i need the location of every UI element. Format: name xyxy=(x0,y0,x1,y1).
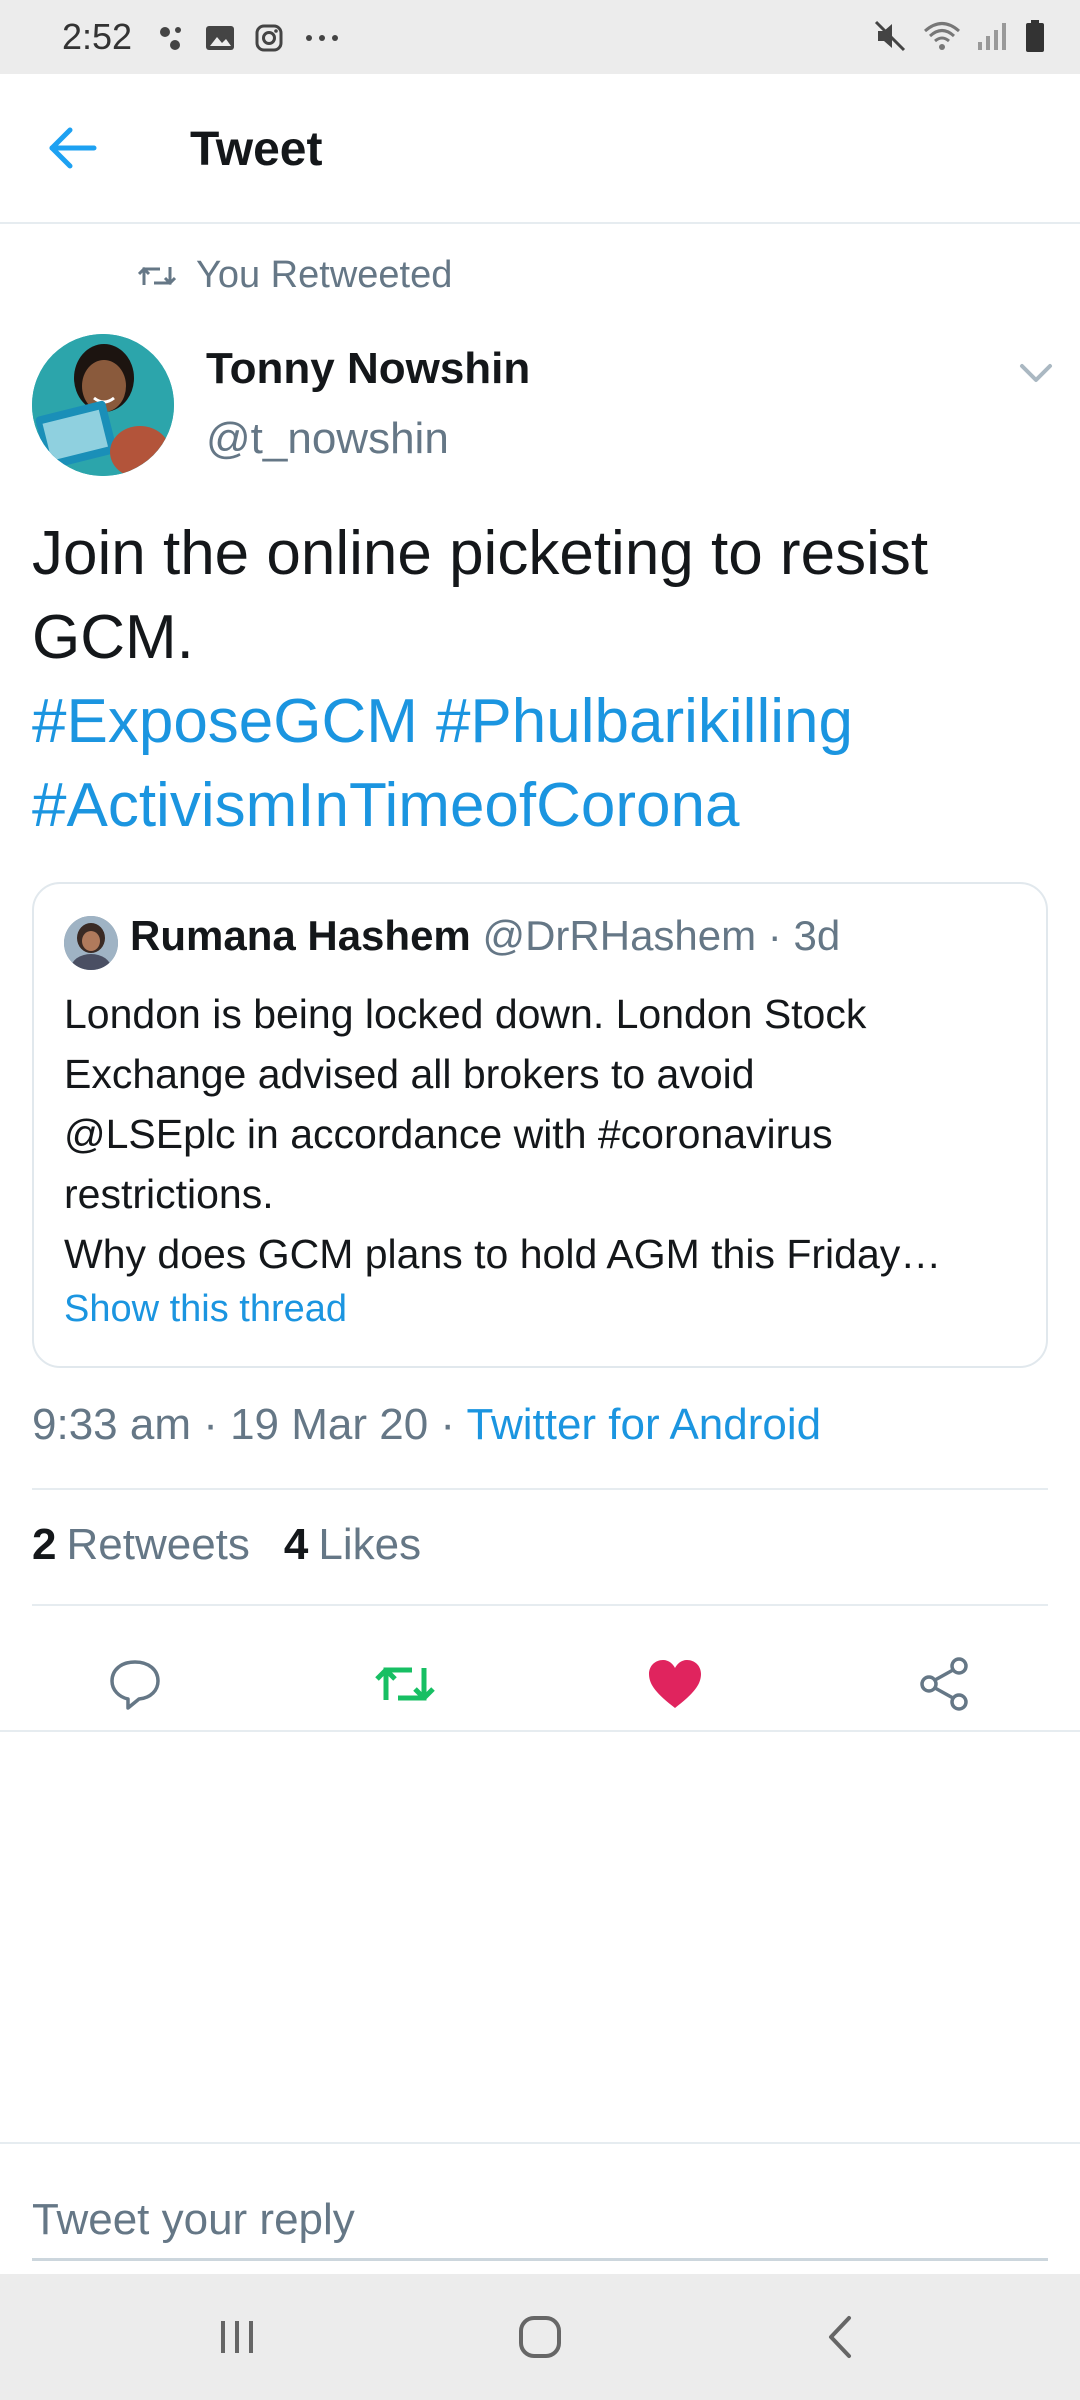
arrow-left-icon xyxy=(49,127,97,169)
status-right-icons xyxy=(872,16,1046,56)
hashtag-link[interactable]: #ExposeGCM xyxy=(32,687,418,756)
reply-underline xyxy=(32,2258,1048,2261)
tweet-options-button[interactable] xyxy=(1018,358,1054,388)
system-nav-bar xyxy=(0,2274,1080,2400)
tweet-stats: 2 Retweets 4 Likes xyxy=(32,1520,421,1570)
more-dots-icon xyxy=(302,23,342,53)
heart-icon xyxy=(649,1660,701,1708)
quoted-text-line: Exchange advised all brokers to avoid xyxy=(64,1051,755,1097)
divider xyxy=(0,2142,1080,2144)
back-nav-button[interactable] xyxy=(796,2302,886,2372)
chevron-down-icon xyxy=(1020,364,1052,382)
status-left-icons xyxy=(156,18,342,58)
reply-input[interactable] xyxy=(32,2180,1048,2260)
battery-icon xyxy=(1024,18,1046,54)
tweet-timestamp: 9:33 am · 19 Mar 20 · xyxy=(32,1400,467,1449)
divider xyxy=(32,1488,1048,1490)
quoted-avatar-photo xyxy=(64,916,118,970)
instagram-icon xyxy=(254,23,284,53)
quoted-text-line: @LSEplc in accordance with #coronavirus xyxy=(64,1111,833,1157)
quoted-text: London is being locked down. London Stoc… xyxy=(64,984,1024,1284)
quoted-text-line: London is being locked down. London Stoc… xyxy=(64,991,867,1037)
tweet-actions xyxy=(0,1634,1080,1734)
likes-count: 4 xyxy=(283,1520,309,1569)
hashtag-link[interactable]: #Phulbarikilling xyxy=(436,687,853,756)
retweets-count: 2 xyxy=(32,1520,57,1569)
hashtag-link[interactable]: #ActivismInTimeofCorona xyxy=(32,771,740,840)
wifi-icon xyxy=(922,18,962,54)
retweet-note-label: You Retweeted xyxy=(196,254,453,296)
gallery-icon xyxy=(204,23,236,53)
retweet-icon xyxy=(375,1667,435,1701)
avatar-photo xyxy=(32,334,174,476)
quoted-header: Rumana Hashem @DrRHashem · 3d xyxy=(130,912,840,960)
quoted-author-name: Rumana Hashem xyxy=(130,912,471,959)
show-thread-link[interactable]: Show this thread xyxy=(64,1288,347,1331)
tweet-hashtags: #ExposeGCM #Phulbarikilling #ActivismInTi… xyxy=(32,680,1052,848)
top-bar: Tweet xyxy=(0,74,1080,224)
signal-icon xyxy=(976,18,1010,54)
assistant-dots-icon xyxy=(156,23,186,53)
quoted-avatar xyxy=(64,916,118,970)
quoted-handle-time: @DrRHashem · 3d xyxy=(482,912,841,959)
status-bar: 2:52 xyxy=(0,0,1080,74)
tweet-text: Join the online picketing to resist GCM. xyxy=(32,519,929,672)
home-icon xyxy=(519,2316,561,2358)
status-time: 2:52 xyxy=(62,16,133,57)
quoted-tweet-card[interactable]: Rumana Hashem @DrRHashem · 3d London is … xyxy=(32,882,1048,1368)
divider xyxy=(0,1730,1080,1732)
share-button[interactable] xyxy=(905,1644,985,1724)
retweet-note: You Retweeted xyxy=(138,254,452,297)
retweet-button[interactable] xyxy=(365,1644,445,1724)
home-button[interactable] xyxy=(495,2302,585,2372)
reply-icon xyxy=(110,1660,160,1710)
author-name[interactable]: Tonny Nowshin xyxy=(206,344,530,394)
retweets-stat[interactable]: 2 Retweets xyxy=(32,1520,250,1570)
recent-apps-button[interactable] xyxy=(192,2302,282,2372)
quoted-text-line: restrictions. xyxy=(64,1171,274,1217)
author-handle[interactable]: @t_nowshin xyxy=(206,414,449,464)
reply-button[interactable] xyxy=(95,1644,175,1724)
likes-label: Likes xyxy=(318,1520,422,1569)
divider xyxy=(32,1604,1048,1606)
page-title: Tweet xyxy=(190,123,323,176)
tweet-source-link[interactable]: Twitter for Android xyxy=(467,1400,822,1449)
retweets-label: Retweets xyxy=(66,1520,250,1569)
like-button[interactable] xyxy=(635,1644,715,1724)
retweet-small-icon xyxy=(138,266,176,285)
likes-stat[interactable]: 4 Likes xyxy=(284,1520,421,1570)
mute-icon xyxy=(872,18,908,54)
back-nav-icon xyxy=(829,2316,851,2358)
recent-apps-icon xyxy=(221,2321,253,2353)
tweet-meta: 9:33 am · 19 Mar 20 · Twitter for Androi… xyxy=(32,1400,821,1450)
quoted-text-line: Why does GCM plans to hold AGM this Frid… xyxy=(64,1231,942,1277)
avatar[interactable] xyxy=(32,334,174,476)
back-button[interactable] xyxy=(44,118,104,178)
share-icon xyxy=(920,1657,968,1711)
